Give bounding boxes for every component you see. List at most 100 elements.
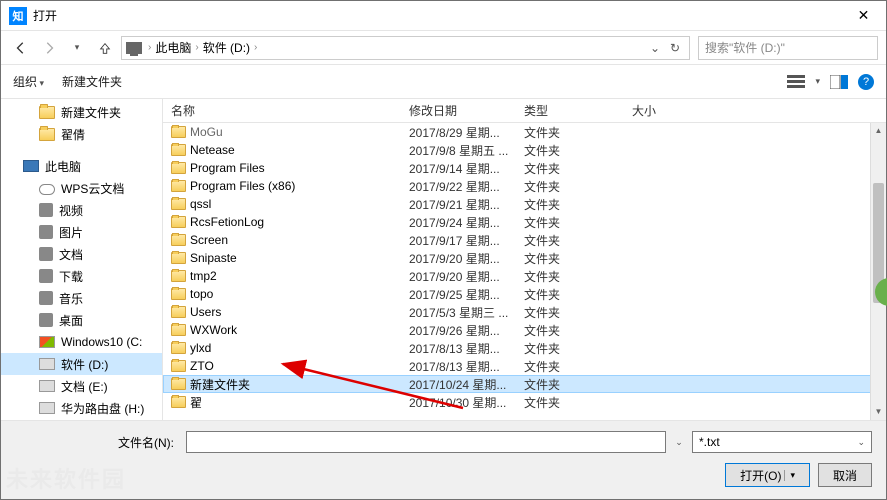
file-row[interactable]: Screen2017/9/17 星期...文件夹: [163, 231, 886, 249]
search-input[interactable]: 搜索"软件 (D:)": [698, 36, 878, 60]
sidebar-item[interactable]: 音乐: [1, 287, 162, 309]
file-type: 文件夹: [524, 160, 632, 177]
refresh-icon[interactable]: ↻: [665, 41, 685, 55]
col-name[interactable]: 名称: [171, 102, 409, 119]
file-row[interactable]: ZTO2017/8/13 星期...文件夹: [163, 357, 886, 375]
sidebar-this-pc[interactable]: 此电脑: [1, 155, 162, 177]
file-type: 文件夹: [524, 340, 632, 357]
crumb-pc[interactable]: 此电脑: [155, 39, 191, 56]
file-row[interactable]: Users2017/5/3 星期三 ...文件夹: [163, 303, 886, 321]
file-row[interactable]: Snipaste2017/9/20 星期...文件夹: [163, 249, 886, 267]
file-date: 2017/9/20 星期...: [409, 268, 524, 285]
generic-icon: [39, 247, 53, 261]
folder-icon: [171, 378, 186, 390]
folder-icon: [171, 270, 186, 282]
file-row[interactable]: 翟2017/10/30 星期...文件夹: [163, 393, 886, 411]
disk-icon: [39, 358, 55, 370]
file-row[interactable]: ylxd2017/8/13 星期...文件夹: [163, 339, 886, 357]
open-button[interactable]: 打开(O) ▾: [725, 463, 810, 487]
sidebar-item[interactable]: 翟倩: [1, 123, 162, 145]
file-date: 2017/9/26 星期...: [409, 322, 524, 339]
scrollbar[interactable]: ▲ ▼: [870, 123, 886, 420]
file-row[interactable]: Program Files2017/9/14 星期...文件夹: [163, 159, 886, 177]
scroll-up-icon[interactable]: ▲: [871, 123, 886, 139]
file-date: 2017/9/21 星期...: [409, 196, 524, 213]
crumb-drive[interactable]: 软件 (D:): [203, 39, 250, 56]
open-split-icon[interactable]: ▾: [784, 470, 795, 481]
file-name: Snipaste: [190, 251, 237, 265]
forward-button[interactable]: [37, 36, 61, 60]
path-dropdown-icon[interactable]: ⌄: [645, 41, 665, 55]
folder-icon: [171, 342, 186, 354]
organize-menu[interactable]: 组织: [13, 73, 44, 90]
file-row[interactable]: RcsFetionLog2017/9/24 星期...文件夹: [163, 213, 886, 231]
filetype-filter[interactable]: *.txt ⌄: [692, 431, 872, 453]
sidebar-item[interactable]: Windows10 (C:: [1, 331, 162, 353]
file-row[interactable]: Netease2017/9/8 星期五 ...文件夹: [163, 141, 886, 159]
view-list-icon[interactable]: [787, 75, 805, 89]
sidebar-item[interactable]: 下载: [1, 265, 162, 287]
scroll-down-icon[interactable]: ▼: [871, 404, 886, 420]
sidebar-item-label: 视频: [59, 202, 83, 219]
window-title: 打开: [33, 7, 841, 24]
sidebar-label: 此电脑: [45, 158, 81, 175]
close-button[interactable]: ✕: [841, 1, 886, 31]
pc-icon: [23, 160, 39, 172]
sidebar-item-label: 华为路由盘 (H:): [61, 400, 144, 417]
file-name: WXWork: [190, 323, 237, 337]
file-date: 2017/9/17 星期...: [409, 232, 524, 249]
file-row[interactable]: MoGu2017/8/29 星期...文件夹: [163, 123, 886, 141]
sidebar-item-label: 音乐: [59, 290, 83, 307]
sidebar-item-label: 新建文件夹: [61, 104, 121, 121]
file-row[interactable]: 新建文件夹2017/10/24 星期...文件夹: [163, 375, 886, 393]
preview-pane-icon[interactable]: [830, 75, 848, 89]
sidebar-item-label: 图片: [59, 224, 83, 241]
sidebar-item[interactable]: 桌面: [1, 309, 162, 331]
file-row[interactable]: qssl2017/9/21 星期...文件夹: [163, 195, 886, 213]
filename-input[interactable]: [186, 431, 666, 453]
disk-win-icon: [39, 336, 55, 348]
sidebar-item[interactable]: 视频: [1, 199, 162, 221]
sidebar-item[interactable]: 图片: [1, 221, 162, 243]
sidebar-item-label: 翟倩: [61, 126, 85, 143]
file-date: 2017/9/20 星期...: [409, 250, 524, 267]
sidebar-item[interactable]: 文档 (E:): [1, 375, 162, 397]
sidebar: 新建文件夹翟倩 此电脑 WPS云文档视频图片文档下载音乐桌面 Windows10 …: [1, 99, 163, 420]
file-name: RcsFetionLog: [190, 215, 264, 229]
folder-icon: [171, 324, 186, 336]
back-button[interactable]: [9, 36, 33, 60]
col-date[interactable]: 修改日期: [409, 102, 524, 119]
breadcrumb[interactable]: › 此电脑 › 软件 (D:) › ⌄ ↻: [121, 36, 690, 60]
sidebar-item[interactable]: 华为路由盘 (H:): [1, 397, 162, 419]
folder-icon: [171, 162, 186, 174]
filename-dropdown-icon[interactable]: ⌄: [672, 437, 686, 448]
sidebar-item[interactable]: WPS云文档: [1, 177, 162, 199]
new-folder-button[interactable]: 新建文件夹: [62, 73, 122, 90]
sidebar-item[interactable]: 文档: [1, 243, 162, 265]
sidebar-item-label: Windows10 (C:: [61, 335, 142, 349]
folder-icon: [171, 306, 186, 318]
file-row[interactable]: tmp22017/9/20 星期...文件夹: [163, 267, 886, 285]
sidebar-item[interactable]: 软件 (D:): [1, 353, 162, 375]
body-pane: 新建文件夹翟倩 此电脑 WPS云文档视频图片文档下载音乐桌面 Windows10 …: [1, 99, 886, 420]
help-icon[interactable]: ?: [858, 74, 874, 90]
file-date: 2017/9/14 星期...: [409, 160, 524, 177]
view-dropdown-icon[interactable]: ▾: [815, 76, 820, 87]
file-row[interactable]: WXWork2017/9/26 星期...文件夹: [163, 321, 886, 339]
cancel-button[interactable]: 取消: [818, 463, 872, 487]
file-type: 文件夹: [524, 214, 632, 231]
recent-dropdown[interactable]: ▾: [65, 36, 89, 60]
folder-icon: [171, 234, 186, 246]
folder-icon: [171, 252, 186, 264]
generic-icon: [39, 313, 53, 327]
col-type[interactable]: 类型: [524, 102, 632, 119]
col-size[interactable]: 大小: [632, 102, 886, 119]
file-name: qssl: [190, 197, 211, 211]
file-row[interactable]: Program Files (x86)2017/9/22 星期...文件夹: [163, 177, 886, 195]
up-button[interactable]: [93, 36, 117, 60]
sidebar-item[interactable]: 新建文件夹: [1, 101, 162, 123]
navbar: ▾ › 此电脑 › 软件 (D:) › ⌄ ↻ 搜索"软件 (D:)": [1, 31, 886, 65]
file-name: ylxd: [190, 341, 211, 355]
file-row[interactable]: topo2017/9/25 星期...文件夹: [163, 285, 886, 303]
filename-label: 文件名(N):: [15, 434, 180, 451]
